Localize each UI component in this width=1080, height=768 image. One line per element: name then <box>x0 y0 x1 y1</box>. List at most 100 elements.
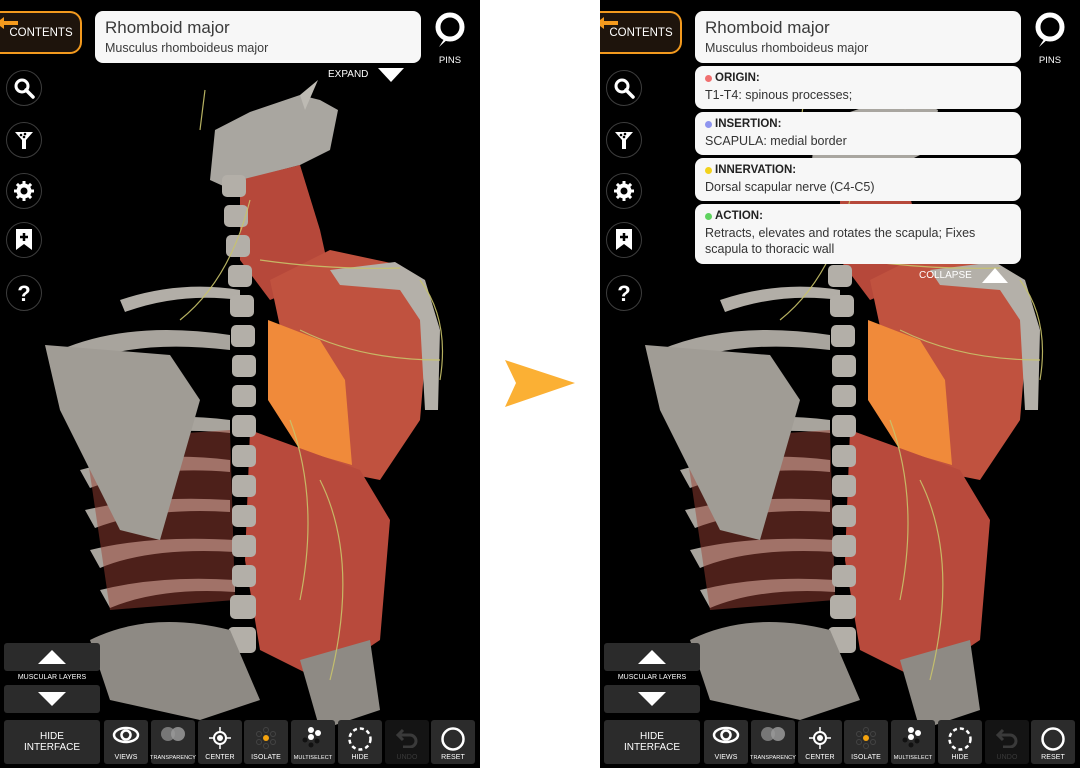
hide-button[interactable]: HIDE <box>938 720 982 764</box>
contents-button[interactable]: CONTENTS <box>600 11 682 54</box>
settings-button[interactable] <box>6 173 42 209</box>
muscular-layers-label: MUSCULAR LAYERS <box>17 674 87 681</box>
info-heading: INSERTION: <box>705 118 1011 130</box>
views-button[interactable]: VIEWS <box>704 720 748 764</box>
hide-interface-button[interactable]: HIDE INTERFACE <box>4 720 100 764</box>
svg-text:?: ? <box>617 281 630 305</box>
search-button[interactable] <box>6 70 42 106</box>
toolbar-label: UNDO <box>396 754 418 761</box>
undo-button[interactable]: UNDO <box>985 720 1029 764</box>
add-bookmark-button[interactable] <box>606 222 642 258</box>
add-bookmark-button[interactable] <box>6 222 42 258</box>
hide-button[interactable]: HIDE <box>338 720 382 764</box>
info-card-innervation: INNERVATION: Dorsal scapular nerve (C4-C5… <box>695 158 1021 201</box>
toolbar-label: CENTER <box>205 754 235 761</box>
pins-button[interactable]: PINS <box>430 12 470 66</box>
multiselect-icon <box>301 726 325 755</box>
triangle-up-icon <box>638 650 666 664</box>
gear-icon <box>614 181 634 201</box>
contents-label: CONTENTS <box>9 26 73 39</box>
info-text: SCAPULA: medial border <box>705 134 847 148</box>
color-dot-icon <box>705 74 712 82</box>
screen-collapsed: CONTENTS Rhomboid major Musculus rhomboi… <box>0 0 480 768</box>
structure-latin-name: Musculus rhomboideus major <box>705 41 869 55</box>
pin-icon <box>1035 12 1065 47</box>
pins-label: PINS <box>438 55 462 66</box>
hide-interface-button[interactable]: HIDE INTERFACE <box>604 720 700 764</box>
toolbar-label: MULTISELECT <box>893 755 933 761</box>
triangle-up-icon <box>38 650 66 664</box>
isolate-icon <box>854 726 878 755</box>
info-card-insertion: INSERTION: SCAPULA: medial border <box>695 112 1021 155</box>
toolbar-label: ISOLATE <box>251 754 281 761</box>
structure-title-card[interactable]: Rhomboid major Musculus rhomboideus majo… <box>695 11 1021 63</box>
transition-arrow-icon <box>505 360 575 407</box>
toggle-triangle-icon <box>981 268 1008 283</box>
reset-button[interactable]: RESET <box>1031 720 1075 764</box>
toolbar-label: TRANSPARENCY <box>149 755 197 761</box>
muscular-layers-label: MUSCULAR LAYERS <box>617 674 687 681</box>
transparency-icon <box>758 726 788 747</box>
structure-title-card[interactable]: Rhomboid major Musculus rhomboideus majo… <box>95 11 421 63</box>
help-icon: ? <box>17 281 30 305</box>
layer-up-button[interactable] <box>4 643 100 671</box>
info-heading: ACTION: <box>705 210 1011 222</box>
layer-down-button[interactable] <box>604 685 700 713</box>
bookmark-add-icon <box>616 229 632 250</box>
transparency-button[interactable]: TRANSPARENCY <box>149 720 197 764</box>
info-heading-text: INSERTION: <box>715 118 782 130</box>
pins-button[interactable]: PINS <box>1030 12 1070 66</box>
clavicle <box>120 286 240 312</box>
filter-button[interactable] <box>606 122 642 158</box>
views-button[interactable]: VIEWS <box>104 720 148 764</box>
search-button[interactable] <box>606 70 642 106</box>
undo-icon <box>395 726 419 753</box>
transparency-button[interactable]: TRANSPARENCY <box>750 720 796 764</box>
multiselect-button[interactable]: MULTISELECT <box>291 720 335 764</box>
center-button[interactable]: CENTER <box>198 720 242 764</box>
toggle-label: COLLAPSE <box>919 269 972 281</box>
settings-button[interactable] <box>606 173 642 209</box>
isolate-button[interactable]: ISOLATE <box>844 720 888 764</box>
triangle-down-icon <box>638 692 666 706</box>
center-target-icon <box>208 726 232 755</box>
pins-label: PINS <box>1038 55 1062 66</box>
hide-interface-label: HIDE INTERFACE <box>23 731 81 753</box>
help-button[interactable]: ? <box>606 275 642 311</box>
color-dot-icon <box>705 212 712 220</box>
reset-button[interactable]: RESET <box>431 720 475 764</box>
info-heading: INNERVATION: <box>705 164 1011 176</box>
back-arrow-icon <box>0 17 18 29</box>
layer-down-button[interactable] <box>4 685 100 713</box>
hide-dashed-circle-icon <box>947 726 973 757</box>
info-text: Dorsal scapular nerve (C4-C5) <box>705 180 875 194</box>
filter-button[interactable] <box>6 122 42 158</box>
toggle-label: EXPAND <box>328 68 369 80</box>
info-heading: ORIGIN: <box>705 72 1011 84</box>
back-arrow-icon <box>600 17 618 29</box>
center-button[interactable]: CENTER <box>798 720 842 764</box>
help-button[interactable]: ? <box>6 275 42 311</box>
toolbar-label: VIEWS <box>114 754 138 761</box>
filter-icon <box>615 132 633 149</box>
toolbar-label: CENTER <box>805 754 835 761</box>
screen-expanded: CONTENTS Rhomboid major Musculus rhomboi… <box>600 0 1080 768</box>
contents-button[interactable]: CONTENTS <box>0 11 82 54</box>
toolbar-label: UNDO <box>996 754 1018 761</box>
expand-collapse-toggle[interactable]: COLLAPSE <box>919 267 1008 283</box>
contents-label: CONTENTS <box>609 26 673 39</box>
reset-circle-icon <box>1040 726 1066 757</box>
eye-icon <box>112 726 140 749</box>
center-target-icon <box>808 726 832 755</box>
expand-collapse-toggle[interactable]: EXPAND <box>328 66 405 82</box>
isolate-button[interactable]: ISOLATE <box>244 720 288 764</box>
layer-up-button[interactable] <box>604 643 700 671</box>
info-heading-text: INNERVATION: <box>715 164 797 176</box>
undo-button[interactable]: UNDO <box>385 720 429 764</box>
multiselect-button[interactable]: MULTISELECT <box>891 720 935 764</box>
reset-circle-icon <box>440 726 466 757</box>
transparency-icon <box>158 726 188 747</box>
info-text: T1-T4: spinous processes; <box>705 88 853 102</box>
search-icon <box>14 78 35 99</box>
info-card-origin: ORIGIN: T1-T4: spinous processes; <box>695 66 1021 109</box>
